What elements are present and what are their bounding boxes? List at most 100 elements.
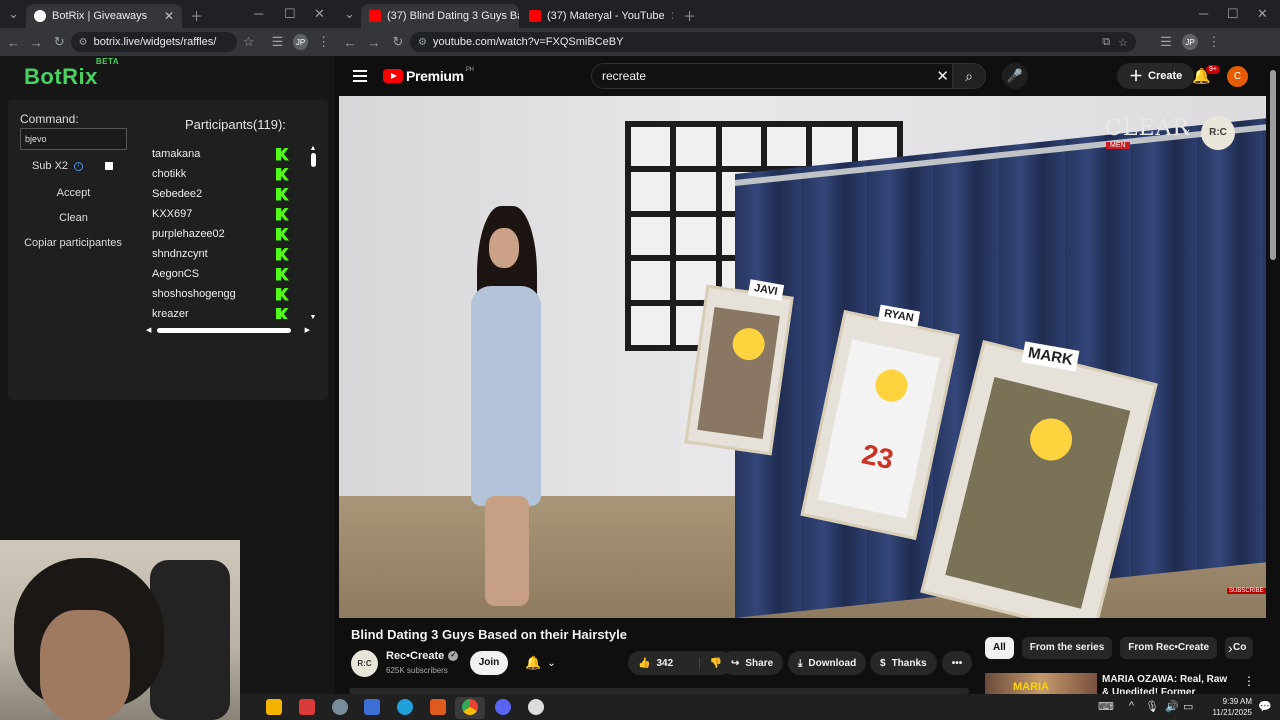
chrome-icon[interactable] [462,699,478,715]
search-icon[interactable]: ⌕ [952,63,986,89]
new-tab-icon[interactable]: ＋ [683,6,696,25]
channel-name[interactable]: Rec•Create ✓ [386,650,459,662]
subscriber-count: 625K subscribers [386,666,448,675]
scroll-down-icon[interactable]: ▼ [309,314,317,322]
minimize-icon[interactable]: ─ [254,6,263,21]
tab-title: (37) Blind Dating 3 Guys Ba [387,10,519,22]
chip-all[interactable]: All [985,637,1014,659]
site-info-icon[interactable]: ⚙ [418,37,427,48]
info-icon[interactable]: i [74,161,84,171]
accept-button[interactable]: Accept [20,183,127,203]
new-tab-icon[interactable]: ＋ [190,6,203,25]
reload-icon[interactable]: ↻ [386,34,410,50]
right-tabstrip: ⌄ (37) Blind Dating 3 Guys Ba 🔊 ✕ (37) M… [335,0,1280,28]
menu-kebab-icon[interactable]: ⋮ [1202,34,1226,50]
notification-center-icon[interactable]: 💬 [1258,700,1272,713]
like-count[interactable]: 342 [656,658,673,669]
close-tab-icon[interactable]: ✕ [158,9,174,23]
tab-search-icon[interactable]: ⌄ [344,6,355,22]
edge-icon[interactable] [397,699,413,715]
close-window-icon[interactable]: ✕ [1257,6,1268,22]
clean-button[interactable]: Clean [20,208,127,228]
settings-gear-icon[interactable] [332,699,348,715]
subscribe-watermark[interactable]: SUBSCRIBE [1227,588,1266,594]
recommendation-menu-icon[interactable]: ⋮ [1243,674,1255,688]
file-explorer-icon[interactable] [266,699,282,715]
reload-icon[interactable]: ↻ [48,34,71,50]
clear-search-icon[interactable]: ✕ [936,67,949,85]
profile-avatar[interactable]: JP [292,34,309,50]
discord-icon[interactable] [495,699,511,715]
list-item: kreazer [140,304,295,319]
bookmark-star-icon[interactable]: ☆ [237,34,260,50]
maximize-icon[interactable]: ☐ [284,6,296,22]
chevron-right-icon[interactable]: › [1228,640,1233,656]
microphone-tray-icon[interactable]: 🎙 [1145,700,1159,713]
join-button[interactable]: Join [470,651,508,675]
youtube-premium-logo[interactable]: Premium PH [383,67,474,84]
url-field[interactable]: ⚙ botrix.live/widgets/raffles/ [70,32,238,52]
profile-avatar[interactable]: JP [1182,34,1198,50]
create-button[interactable]: ＋ Create [1117,63,1195,89]
minimize-icon[interactable]: ─ [1199,6,1208,21]
command-input[interactable] [20,128,127,150]
back-icon[interactable]: ← [2,35,25,50]
right-browser-window: ⌄ (37) Blind Dating 3 Guys Ba 🔊 ✕ (37) M… [335,0,1280,720]
firefox-icon[interactable] [430,699,446,715]
menu-kebab-icon[interactable]: ⋮ [312,34,335,50]
chip-from-channel[interactable]: From Rec•Create [1120,637,1218,659]
close-tab-icon[interactable]: ✕ [665,9,673,23]
hscroll-thumb[interactable] [157,327,291,333]
clear-men-badge: MEN [1106,142,1130,149]
vscroll-thumb[interactable] [310,153,316,167]
dislike-icon[interactable]: 👎 [698,657,722,669]
sub-x2-checkbox[interactable] [105,162,114,170]
tray-chevron-icon[interactable]: ^ [1129,700,1134,712]
maximize-icon[interactable]: ☐ [1227,6,1239,22]
obs-icon[interactable] [528,699,544,715]
site-info-icon[interactable]: ⚙ [79,37,88,48]
brand-text: BotRix [24,64,98,89]
channel-avatar[interactable]: R:C [351,650,378,677]
download-button[interactable]: ⤓ Download [788,651,867,675]
participants-list[interactable]: tamakana chotikk Sebedee2 KXX697 purplehazee… [140,144,295,319]
scroll-up-icon[interactable]: ▲ [309,145,317,153]
participants-vscrollbar[interactable]: ▲ ▼ [309,145,317,322]
page-scrollbar-thumb[interactable] [1270,70,1276,260]
hamburger-menu-icon[interactable] [353,70,367,82]
close-window-icon[interactable]: ✕ [314,6,325,22]
back-icon[interactable]: ← [338,35,362,50]
search-input[interactable]: recreate ✕ [591,63,957,89]
reading-list-icon[interactable]: ☰ [1154,34,1178,50]
network-icon[interactable]: ▭ [1183,700,1193,713]
scroll-left-icon[interactable]: ◀ [146,326,151,334]
participants-hscrollbar[interactable]: ◀ ▶ [146,326,310,334]
like-icon[interactable]: 👍 [638,658,650,669]
calculator-icon[interactable] [364,699,380,715]
account-avatar[interactable]: C [1227,66,1248,87]
wps-office-icon[interactable] [299,699,315,715]
install-app-icon[interactable]: ⧉ [1102,36,1110,49]
video-player[interactable]: 23 JAVI RYAN MARK CLEAR MEN x R:C SUBSCR… [339,96,1266,618]
copy-participants-button[interactable]: Copiar participantes [18,233,128,253]
share-button[interactable]: ↪ Share [721,651,784,675]
tab-botrix[interactable]: BotRix | Giveaways ✕ [26,4,182,28]
kick-platform-icon [276,187,289,201]
forward-icon[interactable]: → [362,35,386,50]
chip-from-series[interactable]: From the series [1021,637,1113,659]
reading-list-icon[interactable]: ☰ [266,34,289,50]
bookmark-star-icon[interactable]: ☆ [1118,36,1128,49]
thanks-button[interactable]: $ Thanks [870,651,937,675]
tab-youtube-video[interactable]: (37) Blind Dating 3 Guys Ba 🔊 ✕ [361,4,519,28]
scroll-right-icon[interactable]: ▶ [305,326,310,334]
microphone-icon[interactable]: 🎤 [1002,63,1028,89]
keyboard-icon[interactable]: ⌨ [1098,700,1114,713]
tab-youtube-materyal[interactable]: (37) Materyal - YouTube ✕ [521,4,673,28]
more-actions-icon[interactable]: ••• [942,651,972,675]
volume-icon[interactable]: 🔊 [1165,700,1179,713]
subscription-bell-button[interactable]: 🔔 ⌄ [518,651,563,675]
forward-icon[interactable]: → [25,35,48,50]
tab-search-icon[interactable]: ⌄ [8,6,19,22]
url-field[interactable]: ⚙ youtube.com/watch?v=FXQSmiBCeBY ⧉ ☆ [410,32,1136,52]
system-clock[interactable]: 9:39 AM 11/21/2025 [1204,696,1252,718]
